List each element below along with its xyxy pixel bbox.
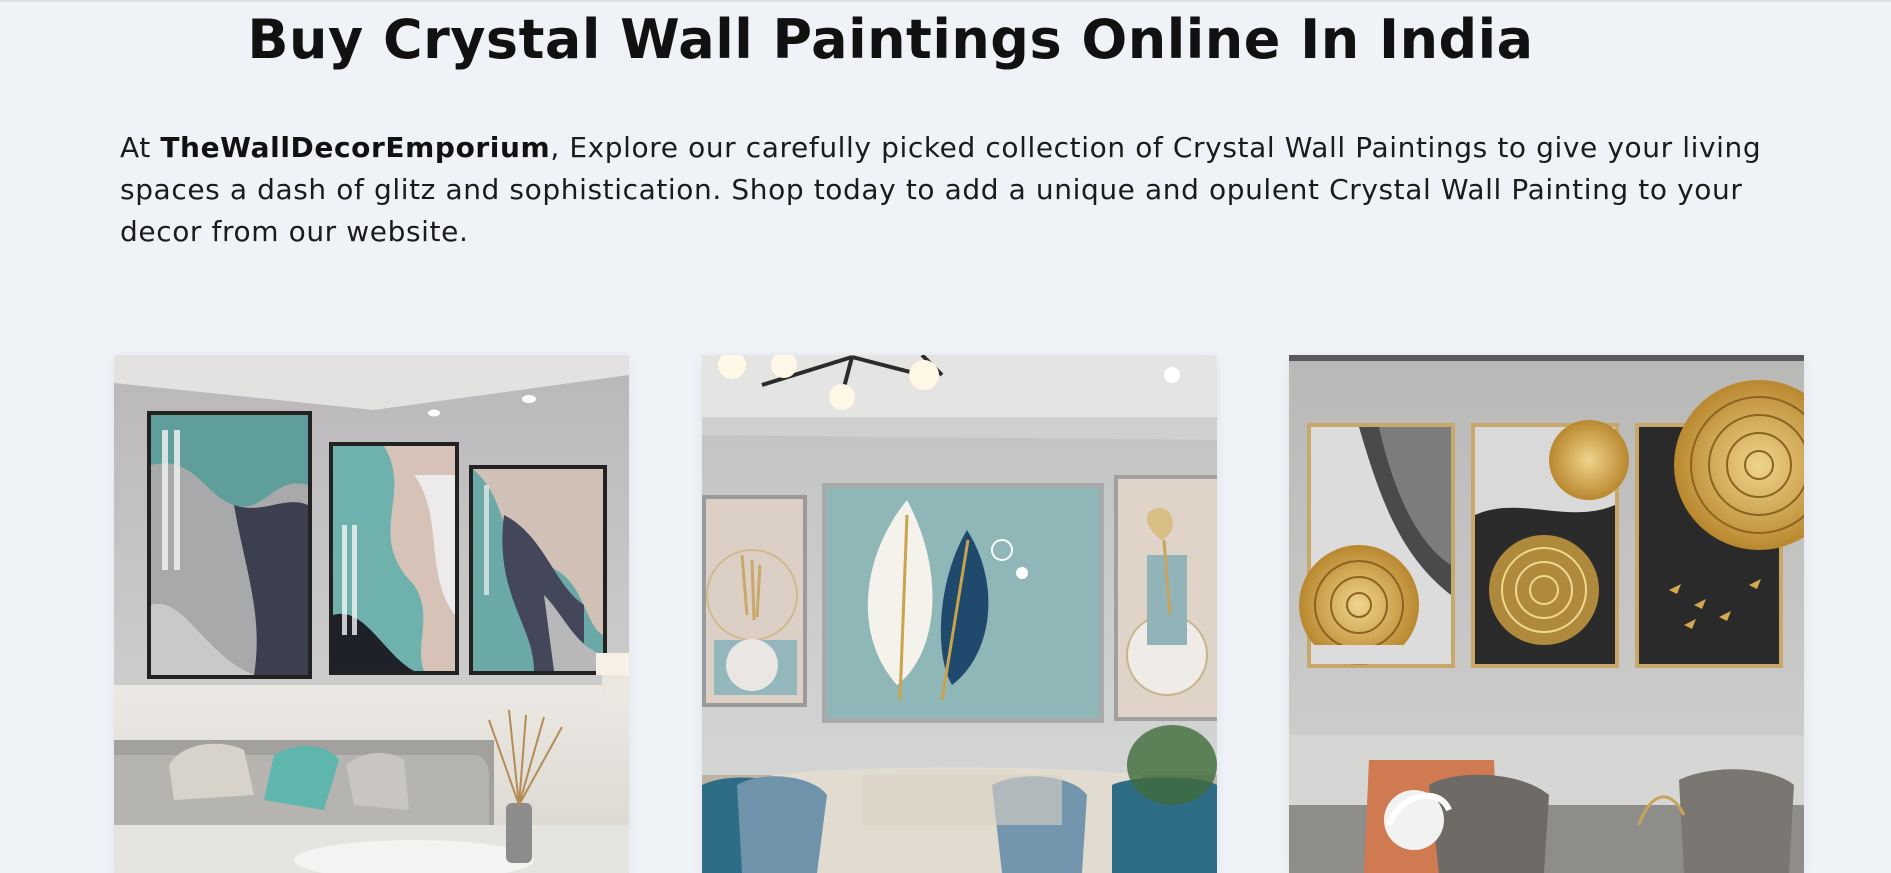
product-card[interactable]: [1289, 355, 1804, 873]
product-card[interactable]: [702, 355, 1217, 873]
product-image[interactable]: [114, 355, 629, 873]
page-title: Buy Crystal Wall Paintings Online In Ind…: [247, 8, 1534, 71]
top-divider: [0, 0, 1891, 2]
product-card[interactable]: [114, 355, 629, 873]
product-image[interactable]: [1289, 355, 1804, 873]
intro-paragraph: At TheWallDecorEmporium, Explore our car…: [120, 127, 1765, 253]
product-image[interactable]: [702, 355, 1217, 873]
brand-name: TheWallDecorEmporium: [160, 131, 551, 164]
intro-lead: At: [120, 131, 161, 164]
